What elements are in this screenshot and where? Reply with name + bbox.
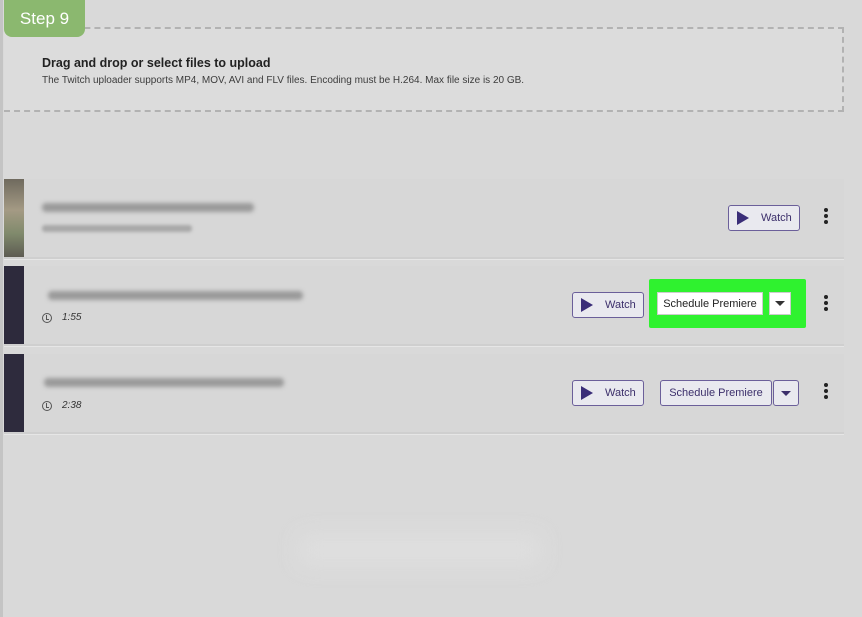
video-duration: 1:55 [62,312,82,323]
video-thumbnail[interactable] [4,179,24,257]
upload-subtitle: The Twitch uploader supports MP4, MOV, A… [42,75,525,86]
video-meta-blurred [42,225,192,232]
video-title-blurred [48,291,303,300]
play-icon [737,211,749,225]
video-row: Watch [4,179,844,259]
caret-down-icon [775,301,785,306]
more-options-icon[interactable] [824,383,828,399]
video-duration: 2:38 [62,400,82,411]
blurred-background [300,535,540,565]
caret-down-icon [781,390,791,396]
clock-icon [42,313,52,323]
watch-button[interactable]: Watch [572,292,644,318]
left-edge [0,0,3,617]
clock-icon [42,401,52,411]
video-thumbnail[interactable] [4,354,24,432]
play-icon [581,298,593,312]
watch-label: Watch [605,387,636,399]
highlight-schedule-premiere: Schedule Premiere [649,279,806,328]
step-badge: Step 9 [4,0,85,37]
video-title-blurred [42,203,254,212]
schedule-dropdown-button[interactable] [773,380,799,406]
upload-title: Drag and drop or select files to upload [42,56,271,70]
video-row: 2:38 Watch Schedule Premiere [4,354,844,434]
upload-dropzone[interactable]: Drag and drop or select files to upload … [4,27,844,112]
schedule-premiere-button[interactable]: Schedule Premiere [660,380,772,406]
watch-label: Watch [605,299,636,311]
video-thumbnail[interactable] [4,266,24,344]
more-options-icon[interactable] [824,295,828,311]
schedule-dropdown-button[interactable] [769,292,791,315]
schedule-premiere-button[interactable]: Schedule Premiere [657,292,763,315]
more-options-icon[interactable] [824,208,828,224]
watch-button[interactable]: Watch [572,380,644,406]
play-icon [581,386,593,400]
watch-label: Watch [761,212,792,224]
video-title-blurred [44,378,284,387]
watch-button[interactable]: Watch [728,205,800,231]
